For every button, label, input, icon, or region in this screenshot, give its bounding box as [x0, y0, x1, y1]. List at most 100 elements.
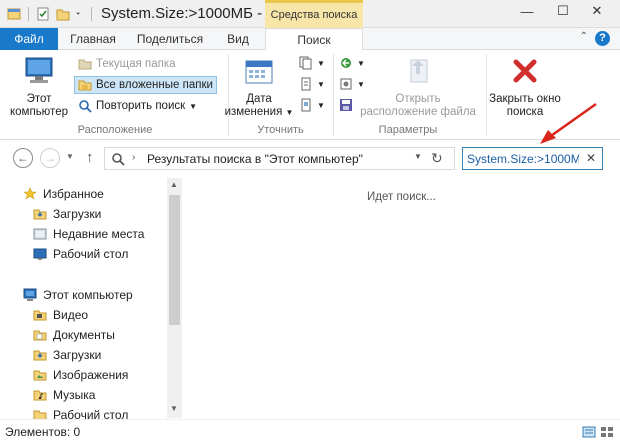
- back-button[interactable]: ←: [13, 148, 33, 168]
- kind-button[interactable]: ▼: [296, 54, 328, 72]
- search-again-icon: [79, 100, 92, 113]
- tab-file[interactable]: Файл: [0, 28, 58, 50]
- tree-item-label: Рабочий стол: [53, 247, 129, 261]
- downloads-folder-icon: [33, 209, 47, 220]
- clear-search-button[interactable]: ✕: [586, 151, 596, 165]
- arrow-right-icon: →: [44, 151, 56, 165]
- new-folder-icon[interactable]: [55, 6, 71, 22]
- address-bar[interactable]: › Результаты поиска в "Этот компьютер" ▼…: [104, 147, 455, 170]
- arrow-left-icon: ←: [17, 151, 29, 165]
- kind-icon: [299, 56, 312, 70]
- tree-clip: Рабочий стол: [0, 404, 167, 419]
- size-icon: [301, 77, 311, 91]
- current-folder-button[interactable]: Текущая папка: [75, 55, 179, 73]
- ribbon: Этот компьютер Текущая папка Все вложенн…: [0, 50, 620, 140]
- tab-home[interactable]: Главная: [62, 28, 124, 50]
- chevron-down-icon: ▼: [317, 58, 325, 68]
- all-subfolders-button[interactable]: Все вложенные папки: [74, 76, 217, 94]
- group-label-refine: Уточнить: [257, 124, 304, 136]
- tree-this-pc-label: Этот компьютер: [43, 288, 133, 302]
- close-search-label: Закрыть окно поиска: [489, 93, 561, 118]
- maximize-button[interactable]: ☐: [546, 0, 580, 22]
- date-modified-button[interactable]: Дата изменения ▼: [224, 58, 294, 119]
- tree-item-label: Недавние места: [53, 227, 145, 241]
- tree-item-label: Рабочий стол: [53, 408, 129, 419]
- close-search-icon: [513, 59, 537, 83]
- item-count: Элементов: 0: [5, 425, 81, 439]
- qat-separator: [91, 7, 92, 21]
- quick-access-toolbar: [6, 6, 94, 22]
- tab-share[interactable]: Поделиться: [130, 28, 210, 50]
- chevron-down-icon: ▼: [189, 101, 198, 111]
- tree-item-downloads[interactable]: Загрузки: [33, 207, 101, 221]
- context-tab-search-tools: Средства поиска: [265, 0, 363, 28]
- group-label-location: Расположение: [77, 124, 153, 136]
- title-bar: System.Size:>1000МБ - Средства поиска — …: [0, 0, 620, 28]
- recent-places-icon: [33, 228, 47, 240]
- open-location-icon: [410, 59, 428, 83]
- current-folder-label: Текущая папка: [96, 58, 176, 70]
- search-box[interactable]: System.Size:>1000МБ ✕: [462, 147, 603, 170]
- date-modified-label: Дата изменения ▼: [224, 93, 294, 118]
- tree-item-recent-places[interactable]: Недавние места: [33, 227, 144, 241]
- status-bar: Элементов: 0: [0, 419, 620, 445]
- other-properties-button[interactable]: ▼: [296, 96, 328, 114]
- music-folder-icon: [33, 390, 47, 401]
- tree-favorites-label: Избранное: [43, 187, 104, 201]
- properties-list-icon: [301, 98, 311, 112]
- help-icon[interactable]: ?: [595, 31, 610, 46]
- scroll-up-icon[interactable]: ▲: [170, 180, 178, 189]
- close-search-button[interactable]: Закрыть окно поиска: [488, 56, 562, 119]
- tab-search[interactable]: Поиск: [265, 28, 363, 51]
- scroll-thumb[interactable]: [169, 195, 180, 325]
- open-file-location-label: Открыть расположение файла: [360, 93, 476, 118]
- qat-separator: [28, 7, 29, 21]
- collapse-ribbon-icon[interactable]: ⌃: [580, 31, 588, 42]
- properties-icon[interactable]: [35, 6, 51, 22]
- size-button[interactable]: ▼: [296, 75, 328, 93]
- save-search-button[interactable]: [336, 96, 356, 114]
- view-switcher: [582, 426, 614, 438]
- all-subfolders-label: Все вложенные папки: [96, 79, 213, 91]
- breadcrumb-separator-icon[interactable]: ›: [132, 152, 135, 163]
- details-view-icon[interactable]: [582, 426, 596, 438]
- advanced-options-icon: [340, 78, 352, 90]
- large-icons-view-icon[interactable]: [600, 426, 614, 438]
- minimize-button[interactable]: —: [510, 0, 544, 22]
- tree-item-videos[interactable]: Видео: [33, 308, 88, 322]
- search-results-icon: [112, 153, 125, 166]
- tree-item-desktop[interactable]: Рабочий стол: [33, 247, 128, 261]
- this-pc-label: Этот компьютер: [10, 93, 68, 118]
- window-menu-icon[interactable]: [6, 6, 22, 22]
- search-input[interactable]: System.Size:>1000МБ: [467, 152, 579, 166]
- tree-item-label: Загрузки: [53, 207, 102, 221]
- tree-item-documents[interactable]: Документы: [33, 328, 115, 342]
- address-history-button[interactable]: ▼: [414, 152, 422, 161]
- refresh-icon[interactable]: ↻: [431, 150, 443, 167]
- close-button[interactable]: ✕: [580, 0, 614, 22]
- scroll-down-icon[interactable]: ▼: [170, 404, 178, 413]
- results-pane[interactable]: [183, 176, 620, 419]
- computer-icon: [23, 288, 37, 301]
- search-again-button[interactable]: Повторить поиск ▼: [75, 97, 200, 115]
- up-button[interactable]: ↑: [86, 149, 94, 166]
- tree-item-label: Изображения: [53, 368, 129, 382]
- chevron-down-icon: ▼: [317, 79, 325, 89]
- search-again-label: Повторить поиск: [96, 100, 186, 112]
- tree-item-label: Загрузки: [53, 348, 102, 362]
- tree-this-pc[interactable]: Этот компьютер: [23, 288, 133, 302]
- recent-locations-button[interactable]: ▼: [66, 152, 74, 161]
- forward-button[interactable]: →: [40, 148, 60, 168]
- tree-item-desktop-pc[interactable]: Рабочий стол: [33, 408, 128, 419]
- customize-qat-icon[interactable]: [75, 6, 85, 22]
- tree-item-music[interactable]: Музыка: [33, 388, 95, 402]
- open-file-location-button[interactable]: Открыть расположение файла: [358, 56, 478, 119]
- address-path: Результаты поиска в "Этот компьютер": [147, 152, 363, 166]
- tab-view[interactable]: Вид: [216, 28, 260, 50]
- tree-favorites[interactable]: Избранное: [23, 187, 104, 201]
- this-pc-button[interactable]: Этот компьютер: [8, 56, 70, 119]
- tree-item-pictures[interactable]: Изображения: [33, 368, 128, 382]
- tree-item-label: Музыка: [53, 388, 96, 402]
- tree-item-downloads-pc[interactable]: Загрузки: [33, 348, 101, 362]
- pictures-folder-icon: [33, 370, 47, 381]
